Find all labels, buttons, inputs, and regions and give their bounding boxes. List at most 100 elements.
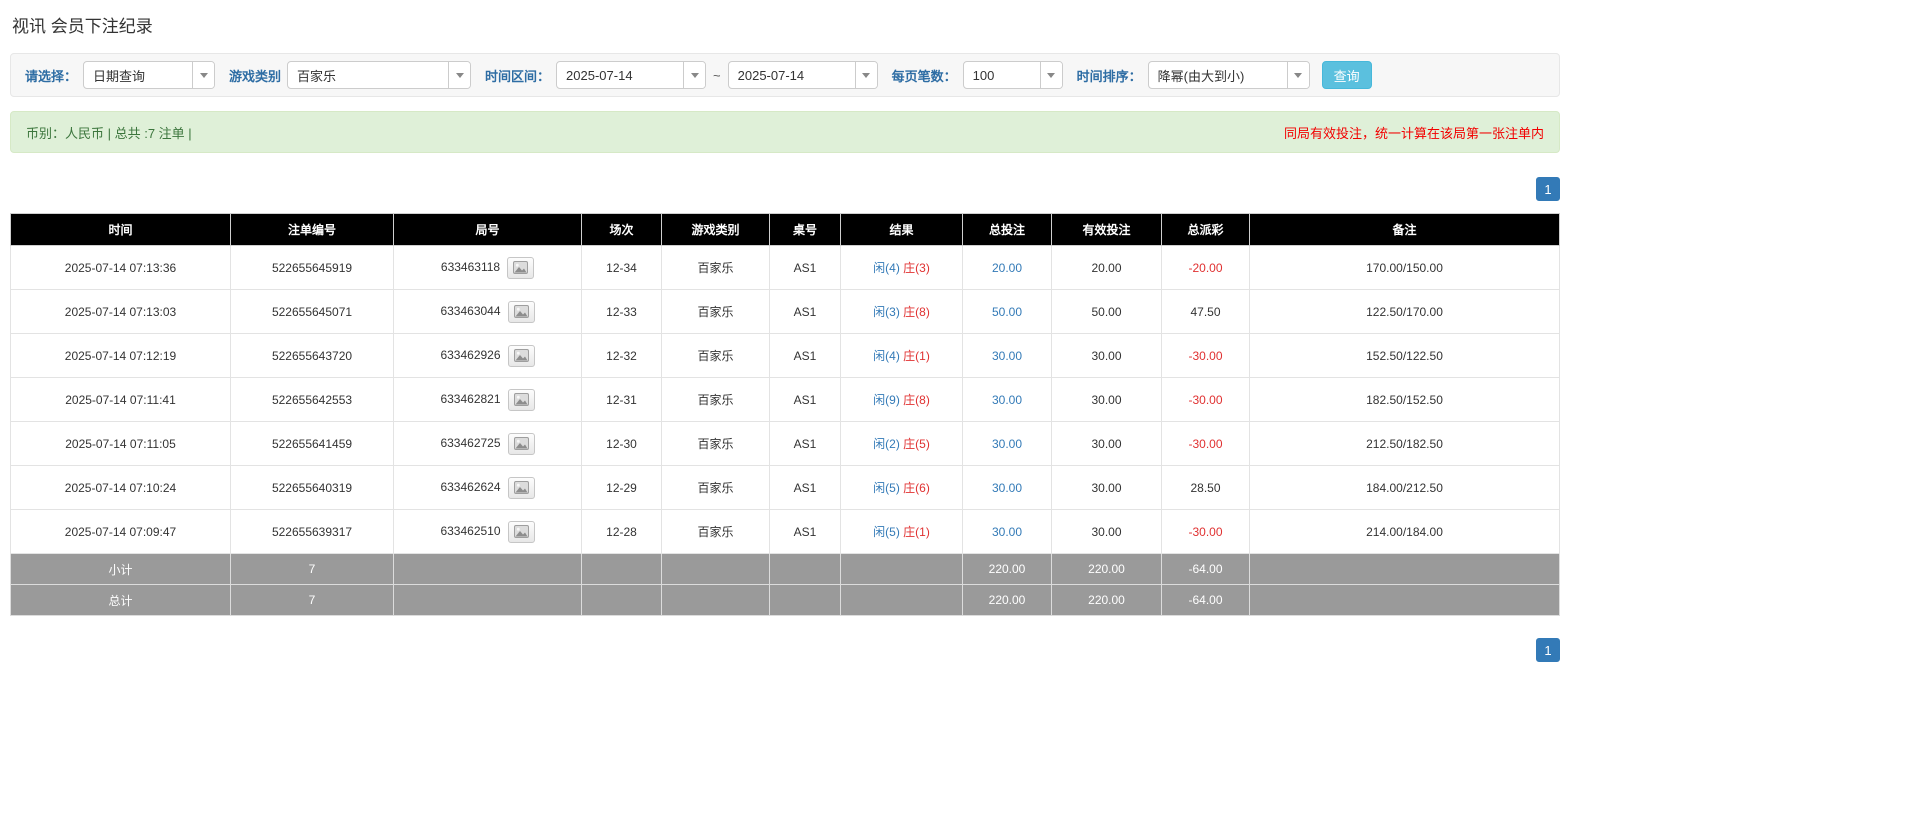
video-replay-icon[interactable] <box>507 432 535 455</box>
cell-payout: 28.50 <box>1161 465 1250 510</box>
total-bet-link[interactable]: 30.00 <box>992 349 1022 363</box>
cell-result: 闲(2) 庄(5) <box>840 421 963 466</box>
total-total-bet: 220.00 <box>962 584 1052 616</box>
col-bet-id: 注单编号 <box>230 213 394 246</box>
cell-bet-id: 522655645071 <box>230 289 394 334</box>
cell-round: 633463044 <box>393 289 582 334</box>
total-bet-link[interactable]: 20.00 <box>992 261 1022 275</box>
cell-time: 2025-07-14 07:10:24 <box>10 465 231 510</box>
chevron-down-icon[interactable] <box>683 62 706 88</box>
video-replay-icon[interactable] <box>507 300 535 323</box>
cell-table-no: AS1 <box>769 421 841 466</box>
cell-time: 2025-07-14 07:13:03 <box>10 289 231 334</box>
chevron-down-icon[interactable] <box>854 62 877 88</box>
query-type-select[interactable]: 日期查询 <box>83 61 216 89</box>
cell-round: 633462624 <box>393 465 582 510</box>
table-footer: 小计 7 220.00 220.00 -64.00 总计 7 220.00 22… <box>10 553 1560 616</box>
result-banker: 庄(6) <box>903 481 930 495</box>
page-container: 视讯 会员下注纪录 请选择： 日期查询 游戏类别 百家乐 时间区间： 2025-… <box>10 0 1560 662</box>
table-body: 2025-07-14 07:13:36 522655645919 633463118… <box>10 245 1560 554</box>
result-banker: 庄(5) <box>903 437 930 451</box>
table-row: 2025-07-14 07:10:24 522655640319 633462624… <box>10 465 1560 510</box>
summary-currency-total: 币别：人民币 | 总共 :7 注单 | <box>26 125 192 141</box>
cell-table-no: AS1 <box>769 377 841 422</box>
round-number: 633463118 <box>440 259 501 274</box>
round-number: 633462725 <box>440 435 501 450</box>
cell-remark: 184.00/212.50 <box>1249 465 1560 510</box>
total-bet-link[interactable]: 30.00 <box>992 525 1022 539</box>
summary-note: 同局有效投注，统一计算在该局第一张注单内 <box>1283 125 1544 141</box>
total-bet-link[interactable]: 30.00 <box>992 481 1022 495</box>
chevron-down-icon[interactable] <box>1286 62 1309 88</box>
video-replay-icon[interactable] <box>507 476 535 499</box>
chevron-down-icon[interactable] <box>448 62 471 88</box>
total-count: 7 <box>230 584 394 616</box>
video-replay-icon[interactable] <box>507 520 535 543</box>
per-page-label: 每页笔数： <box>891 68 957 84</box>
empty-cell <box>661 553 770 585</box>
empty-cell <box>393 584 582 616</box>
total-row: 总计 7 220.00 220.00 -64.00 <box>10 584 1560 616</box>
page-button-1[interactable]: 1 <box>1536 177 1560 201</box>
cell-bet-id: 522655643720 <box>230 333 394 378</box>
page-title: 视讯 会员下注纪录 <box>12 17 153 36</box>
game-type-value: 百家乐 <box>297 68 337 84</box>
cell-session: 12-32 <box>581 333 662 378</box>
video-replay-icon[interactable] <box>507 388 535 411</box>
cell-session: 12-28 <box>581 509 662 554</box>
col-game-type: 游戏类别 <box>661 213 770 246</box>
total-bet-link[interactable]: 50.00 <box>992 305 1022 319</box>
date-from-input[interactable]: 2025-07-14 <box>556 61 707 89</box>
cell-total-bet: 30.00 <box>962 465 1052 510</box>
query-type-value: 日期查询 <box>93 68 146 84</box>
page-button-1[interactable]: 1 <box>1536 638 1560 662</box>
chevron-down-icon[interactable] <box>192 62 215 88</box>
sort-select[interactable]: 降幂(由大到小) <box>1147 61 1310 89</box>
cell-table-no: AS1 <box>769 465 841 510</box>
summary-bar: 币别：人民币 | 总共 :7 注单 | 同局有效投注，统一计算在该局第一张注单内 <box>10 111 1560 153</box>
subtotal-row: 小计 7 220.00 220.00 -64.00 <box>10 553 1560 585</box>
col-valid-bet: 有效投注 <box>1051 213 1162 246</box>
pagination-bottom: 1 <box>10 638 1560 662</box>
cell-game-type: 百家乐 <box>661 465 770 510</box>
table-header-row: 时间 注单编号 局号 场次 游戏类别 桌号 结果 总投注 有效投注 总派彩 备注 <box>10 213 1560 246</box>
result-player: 闲(4) <box>873 349 900 363</box>
game-type-select[interactable]: 百家乐 <box>287 61 472 89</box>
cell-total-bet: 30.00 <box>962 377 1052 422</box>
cell-remark: 170.00/150.00 <box>1249 245 1560 290</box>
filter-bar: 请选择： 日期查询 游戏类别 百家乐 时间区间： 2025-07-14 ~ 20… <box>10 53 1560 97</box>
cell-round: 633462725 <box>393 421 582 466</box>
cell-result: 闲(5) 庄(6) <box>840 465 963 510</box>
per-page-select[interactable]: 100 <box>962 61 1063 89</box>
cell-round: 633463118 <box>393 245 582 290</box>
round-number: 633462510 <box>440 523 501 538</box>
col-round: 局号 <box>393 213 582 246</box>
date-range-separator: ~ <box>713 67 721 83</box>
video-replay-icon[interactable] <box>507 344 535 367</box>
cell-payout: -30.00 <box>1161 377 1250 422</box>
cell-session: 12-34 <box>581 245 662 290</box>
col-payout: 总派彩 <box>1161 213 1250 246</box>
cell-result: 闲(3) 庄(8) <box>840 289 963 334</box>
cell-remark: 182.50/152.50 <box>1249 377 1560 422</box>
cell-total-bet: 30.00 <box>962 421 1052 466</box>
cell-round: 633462510 <box>393 509 582 554</box>
chevron-down-icon[interactable] <box>1039 62 1062 88</box>
cell-game-type: 百家乐 <box>661 421 770 466</box>
empty-cell <box>581 553 662 585</box>
cell-payout: -30.00 <box>1161 421 1250 466</box>
total-bet-link[interactable]: 30.00 <box>992 393 1022 407</box>
cell-session: 12-29 <box>581 465 662 510</box>
total-bet-link[interactable]: 30.00 <box>992 437 1022 451</box>
cell-payout: -30.00 <box>1161 509 1250 554</box>
subtotal-count: 7 <box>230 553 394 585</box>
video-replay-icon[interactable] <box>507 256 535 279</box>
cell-session: 12-33 <box>581 289 662 334</box>
subtotal-total-bet: 220.00 <box>962 553 1052 585</box>
search-button[interactable]: 查询 <box>1321 61 1372 89</box>
cell-result: 闲(4) 庄(1) <box>840 333 963 378</box>
round-number: 633462926 <box>440 347 501 362</box>
date-to-input[interactable]: 2025-07-14 <box>727 61 878 89</box>
result-banker: 庄(8) <box>903 393 930 407</box>
cell-game-type: 百家乐 <box>661 289 770 334</box>
